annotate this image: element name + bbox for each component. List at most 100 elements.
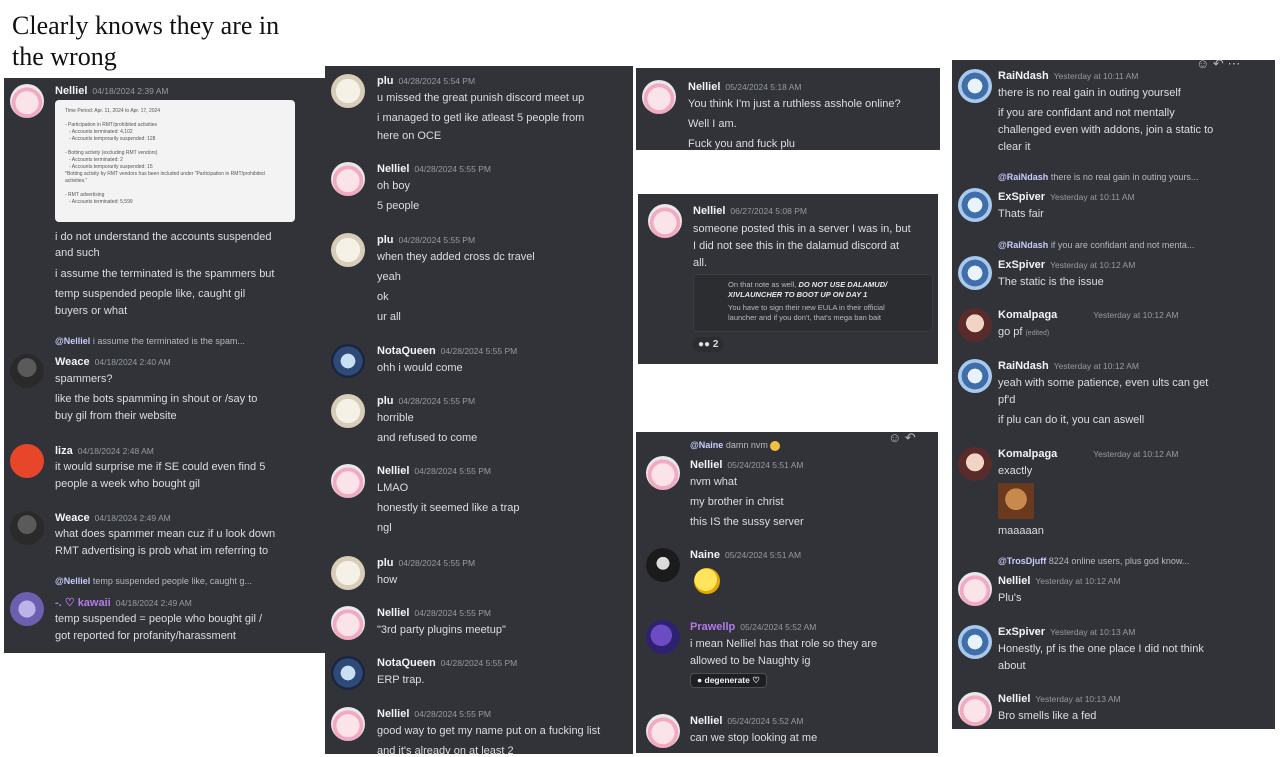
avatar[interactable]	[331, 606, 365, 640]
timestamp: 05/24/2024 5:52 AM	[727, 716, 804, 726]
embed[interactable]: On that note as well, DO NOT USE DALAMUD…	[693, 274, 933, 332]
avatar[interactable]	[958, 188, 992, 222]
message-text: spammers?	[55, 373, 113, 385]
avatar[interactable]	[958, 447, 992, 481]
author-name[interactable]: Komalpaga Yesterday at 10:12 AM	[998, 309, 1179, 321]
author-name[interactable]: plu 04/28/2024 5:54 PM	[377, 75, 475, 87]
message-text: i do not understand the accounts suspend…	[55, 231, 272, 243]
author-name[interactable]: Nelliel 05/24/2024 5:18 AM	[688, 81, 802, 93]
avatar[interactable]	[331, 162, 365, 196]
author-name[interactable]: Nelliel Yesterday at 10:12 AM	[998, 575, 1121, 587]
message-text: someone posted this in a server I was in…	[693, 223, 911, 235]
author-name[interactable]: plu 04/28/2024 5:55 PM	[377, 557, 475, 569]
avatar[interactable]	[646, 456, 680, 490]
author-name[interactable]: plu 04/28/2024 5:55 PM	[377, 234, 475, 246]
avatar[interactable]	[958, 692, 992, 726]
message-text: pf'd	[998, 394, 1016, 406]
author-name[interactable]: plu 04/28/2024 5:55 PM	[377, 395, 475, 407]
author-name[interactable]: RaiNdash Yesterday at 10:12 AM	[998, 360, 1139, 372]
message-text: "3rd party plugins meetup"	[377, 624, 506, 636]
author-name[interactable]: Weace 04/18/2024 2:40 AM	[55, 356, 171, 368]
avatar[interactable]	[646, 620, 680, 654]
doc-line: Time Period: Apr. 11, 2024 to Apr. 17, 2…	[65, 108, 161, 114]
avatar[interactable]	[10, 592, 44, 626]
author-name[interactable]: ExSpiver Yesterday at 10:12 AM	[998, 259, 1135, 271]
doc-line: - RMT advertising	[65, 192, 105, 198]
message-text: LMAO	[377, 482, 409, 494]
message-text: people a week who bought gil	[55, 478, 200, 490]
more-icon[interactable]: ⋯	[1227, 60, 1240, 71]
reply-preview[interactable]: @Nelliel i assume the terminated is the …	[55, 336, 245, 346]
author-name[interactable]: NotaQueen 04/28/2024 5:55 PM	[377, 657, 517, 669]
timestamp: 04/18/2024 2:48 AM	[77, 446, 154, 456]
avatar[interactable]	[10, 444, 44, 478]
author-name[interactable]: Nelliel 05/24/2024 5:52 AM	[690, 715, 804, 727]
avatar[interactable]	[646, 714, 680, 748]
reply-preview[interactable]: @Naine damn nvm	[690, 440, 780, 451]
role-badge[interactable]: ● degenerate ♡	[690, 673, 767, 688]
author-name[interactable]: Nelliel 04/28/2024 5:55 PM	[377, 607, 491, 619]
avatar[interactable]	[958, 572, 992, 606]
avatar[interactable]	[331, 707, 365, 741]
author-name[interactable]: Nelliel 05/24/2024 5:51 AM	[690, 459, 804, 471]
message-text: and such	[55, 247, 100, 259]
reply-preview[interactable]: @RaiNdash if you are confidant and not m…	[998, 240, 1194, 250]
author-name[interactable]: Nelliel 04/28/2024 5:55 PM	[377, 163, 491, 175]
author-name[interactable]: Komalpaga Yesterday at 10:12 AM	[998, 448, 1179, 460]
reply-icon[interactable]: ↶	[905, 432, 916, 445]
avatar[interactable]	[646, 548, 680, 582]
author-name[interactable]: Prawellp 05/24/2024 5:52 AM	[690, 621, 816, 633]
author-name[interactable]: RaiNdash Yesterday at 10:11 AM	[998, 70, 1138, 82]
avatar[interactable]	[648, 204, 682, 238]
message-text: about	[998, 660, 1026, 672]
avatar[interactable]	[10, 354, 44, 388]
avatar[interactable]	[331, 656, 365, 690]
avatar[interactable]	[10, 84, 44, 118]
timestamp: 04/28/2024 5:55 PM	[398, 558, 476, 568]
reaction-button[interactable]: ●● 2	[693, 337, 724, 352]
avatar[interactable]	[642, 80, 676, 114]
chat-panel-1: Nelliel 04/18/2024 2:39 AM Time Period: A…	[4, 78, 326, 653]
reply-icon[interactable]: ↶	[1213, 60, 1224, 71]
avatar[interactable]	[958, 308, 992, 342]
author-name[interactable]: liza 04/18/2024 2:48 AM	[55, 445, 154, 457]
avatar[interactable]	[958, 625, 992, 659]
avatar[interactable]	[958, 359, 992, 393]
image-attachment[interactable]	[998, 483, 1034, 519]
avatar[interactable]	[331, 344, 365, 378]
author-name[interactable]: Nelliel 04/28/2024 5:55 PM	[377, 708, 491, 720]
message-text: buyers or what	[55, 305, 128, 317]
author-name[interactable]: Nelliel 04/18/2024 2:39 AM	[55, 85, 169, 97]
reply-preview[interactable]: @TrosDjuff 8224 online users, plus god k…	[998, 556, 1189, 566]
message-text: it would surprise me if SE could even fi…	[55, 461, 266, 473]
reply-preview[interactable]: @Nelliel temp suspended people like, cau…	[55, 576, 252, 586]
message-text: oh boy	[377, 180, 411, 192]
add-reaction-icon[interactable]: ☺	[1196, 60, 1209, 71]
avatar[interactable]	[958, 256, 992, 290]
avatar[interactable]	[10, 511, 44, 545]
avatar[interactable]	[958, 69, 992, 103]
timestamp: 04/28/2024 5:55 PM	[440, 346, 518, 356]
author-name[interactable]: ExSpiver Yesterday at 10:11 AM	[998, 191, 1135, 203]
author-name[interactable]: Weace 04/18/2024 2:49 AM	[55, 512, 171, 524]
avatar[interactable]	[331, 74, 365, 108]
avatar[interactable]	[331, 556, 365, 590]
author-name[interactable]: Nelliel 04/28/2024 5:55 PM	[377, 465, 491, 477]
timestamp: Yesterday at 10:12 AM	[1093, 310, 1179, 320]
image-attachment[interactable]: Time Period: Apr. 11, 2024 to Apr. 17, 2…	[55, 100, 295, 222]
add-reaction-icon[interactable]: ☺	[888, 432, 901, 445]
message-text: exactly	[998, 465, 1033, 477]
message-text: The static is the issue	[998, 276, 1104, 288]
avatar[interactable]	[331, 394, 365, 428]
author-name[interactable]: Naine 05/24/2024 5:51 AM	[690, 549, 801, 561]
author-name[interactable]: -. ♡ kawaii 04/18/2024 2:49 AM	[55, 596, 192, 609]
author-name[interactable]: Nelliel Yesterday at 10:13 AM	[998, 693, 1121, 705]
author-name[interactable]: Nelliel 06/27/2024 5:08 PM	[693, 205, 807, 217]
message-text: if plu can do it, you can aswell	[998, 414, 1145, 426]
author-name[interactable]: NotaQueen 04/28/2024 5:55 PM	[377, 345, 517, 357]
chat-panel-3c: ☺ ↶ @Naine damn nvm Nelliel 05/24/2024 5:…	[636, 432, 938, 753]
reply-preview[interactable]: @RaiNdash there is no real gain in outin…	[998, 172, 1198, 182]
author-name[interactable]: ExSpiver Yesterday at 10:13 AM	[998, 626, 1135, 638]
avatar[interactable]	[331, 464, 365, 498]
avatar[interactable]	[331, 233, 365, 267]
